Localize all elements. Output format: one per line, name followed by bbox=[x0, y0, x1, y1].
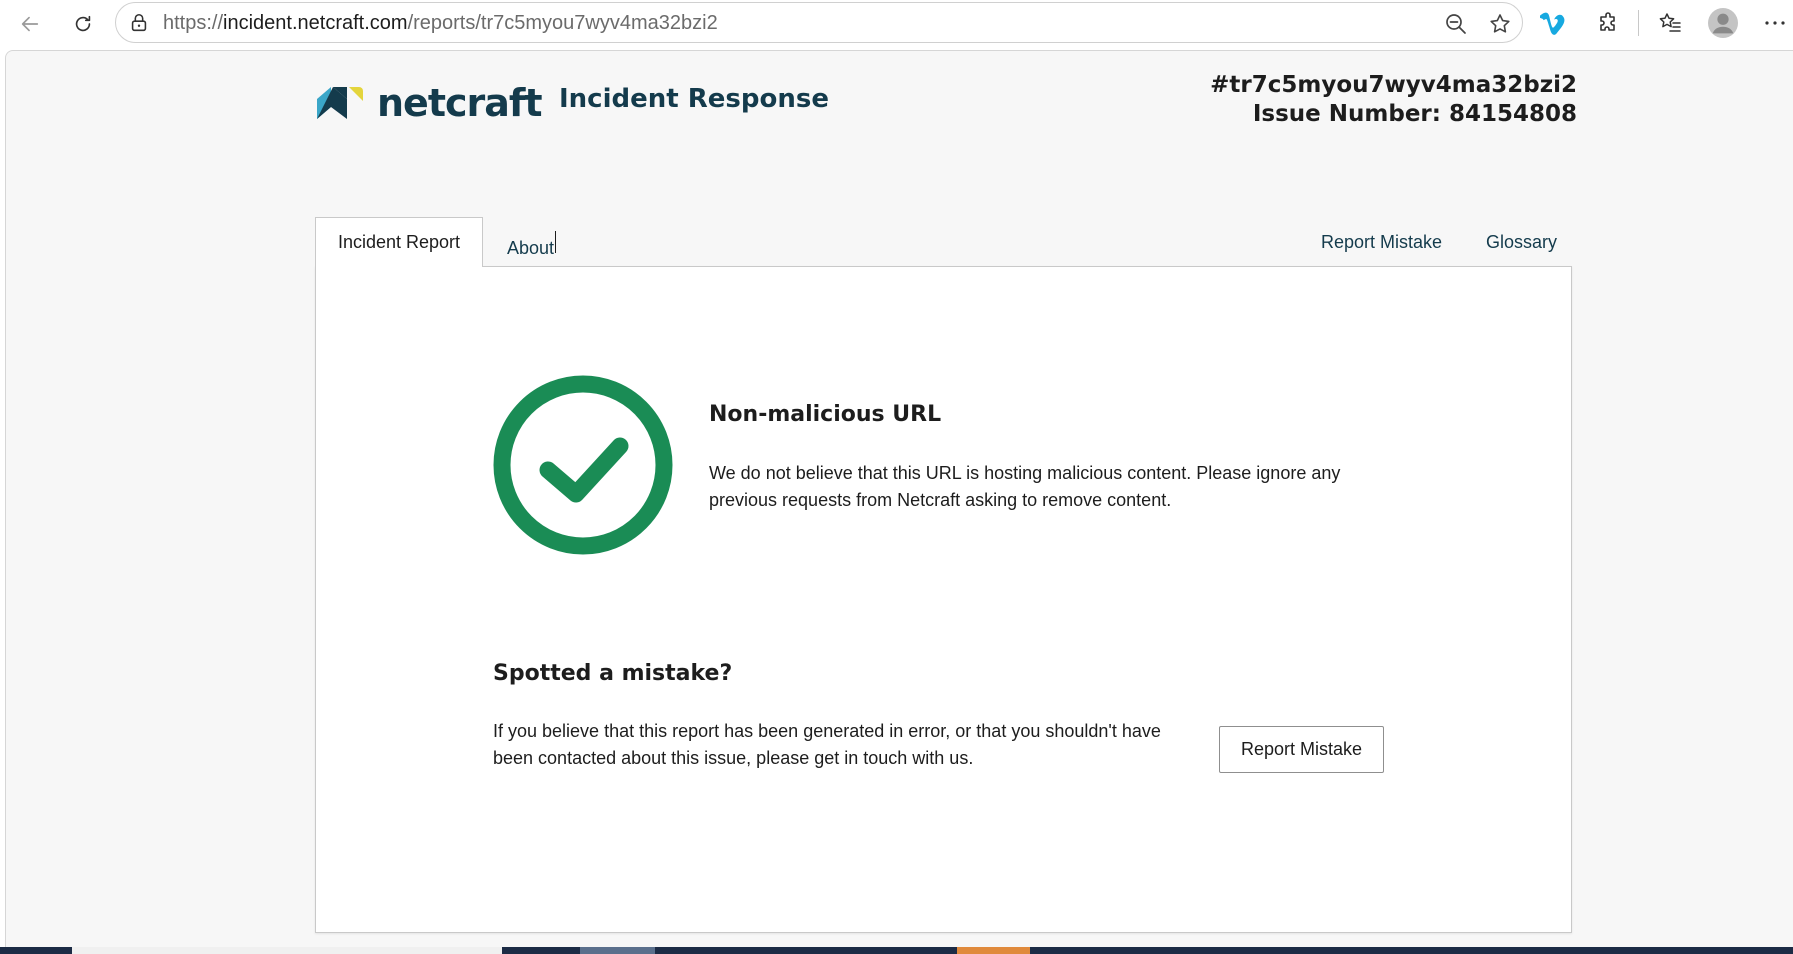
vimeo-icon bbox=[1540, 12, 1565, 35]
taskbar-segment bbox=[72, 947, 502, 954]
taskbar-segment bbox=[957, 947, 1030, 954]
star-icon[interactable] bbox=[1488, 12, 1512, 36]
back-button[interactable] bbox=[14, 8, 46, 40]
issue-info: #tr7c5myou7wyv4ma32bzi2 Issue Number: 84… bbox=[1210, 71, 1577, 129]
profile-icon bbox=[1708, 8, 1738, 38]
url-host: incident.netcraft.com bbox=[223, 12, 408, 34]
extensions-icon bbox=[1600, 12, 1615, 31]
more-icon bbox=[1765, 21, 1785, 25]
profile-button[interactable] bbox=[1708, 8, 1738, 38]
back-arrow-icon bbox=[21, 16, 39, 32]
mistake-heading: Spotted a mistake? bbox=[493, 661, 733, 686]
tab-about-label: About bbox=[507, 238, 555, 258]
more-menu-button[interactable] bbox=[1760, 8, 1790, 38]
verdict-title: Non-malicious URL bbox=[709, 402, 942, 427]
refresh-button[interactable] bbox=[67, 8, 99, 40]
report-id: #tr7c5myou7wyv4ma32bzi2 bbox=[1210, 72, 1577, 98]
tab-about[interactable]: About bbox=[507, 231, 557, 259]
zoom-out-icon[interactable] bbox=[1444, 12, 1468, 36]
taskbar-segment bbox=[580, 947, 655, 954]
refresh-icon bbox=[75, 15, 91, 32]
lock-icon[interactable] bbox=[128, 12, 150, 34]
url-text[interactable]: https://incident.netcraft.com/reports/tr… bbox=[163, 12, 718, 35]
issue-number: Issue Number: 84154808 bbox=[1252, 101, 1577, 127]
netcraft-logo-icon bbox=[317, 87, 363, 119]
favorites-icon bbox=[1659, 13, 1681, 32]
taskbar-strip bbox=[0, 947, 1793, 954]
logo-wordmark: netcraft bbox=[377, 81, 543, 125]
incident-report-panel bbox=[315, 266, 1572, 933]
report-mistake-button[interactable]: Report Mistake bbox=[1219, 726, 1384, 773]
verdict-description: We do not believe that this URL is hosti… bbox=[709, 463, 1341, 510]
mistake-description: If you believe that this report has been… bbox=[493, 721, 1161, 768]
vimeo-extension-button[interactable] bbox=[1538, 8, 1568, 38]
toolbar-separator bbox=[1638, 10, 1639, 36]
tab-incident-report[interactable]: Incident Report bbox=[315, 217, 483, 267]
extensions-button[interactable] bbox=[1594, 8, 1624, 38]
text-cursor bbox=[555, 231, 557, 253]
url-path: /reports/tr7c5myou7wyv4ma32bzi2 bbox=[407, 12, 718, 34]
favorites-button[interactable] bbox=[1655, 8, 1685, 38]
check-circle-icon bbox=[493, 375, 673, 555]
address-bar[interactable]: https://incident.netcraft.com/reports/tr… bbox=[115, 2, 1523, 43]
product-title: Incident Response bbox=[559, 84, 829, 114]
netcraft-logo[interactable]: netcraft bbox=[315, 80, 543, 126]
report-mistake-link[interactable]: Report Mistake bbox=[1321, 232, 1442, 253]
url-prefix: https:// bbox=[163, 12, 224, 34]
browser-toolbar: https://incident.netcraft.com/reports/tr… bbox=[0, 0, 1793, 48]
glossary-link[interactable]: Glossary bbox=[1486, 232, 1557, 253]
